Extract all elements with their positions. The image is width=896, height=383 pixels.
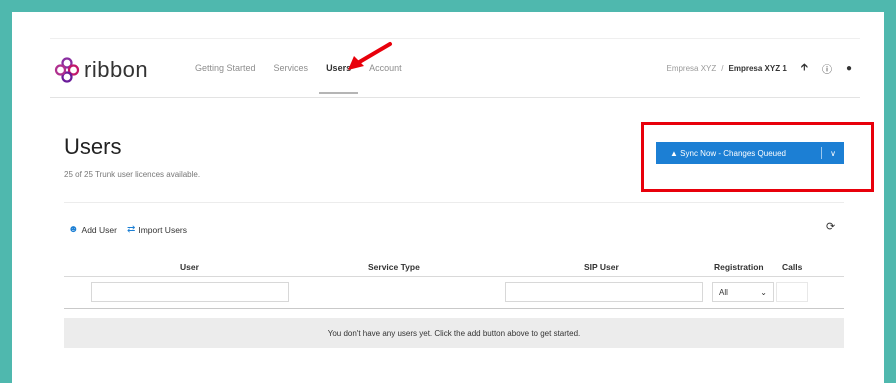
sync-button-text: Sync Now - Changes Queued: [680, 148, 786, 158]
user-icon[interactable]: ●: [846, 63, 852, 74]
sync-now-button[interactable]: ▲ Sync Now - Changes Queued ∨: [656, 142, 844, 164]
calls-filter-cell: [776, 282, 808, 302]
add-user-button[interactable]: ☻ Add User: [68, 224, 117, 235]
top-navigation-bar: ribbon Getting Started Services Users Ac…: [50, 38, 860, 98]
user-filter-input[interactable]: [91, 282, 289, 302]
nav-getting-started[interactable]: Getting Started: [186, 39, 265, 97]
section-divider: [64, 202, 844, 203]
page-title: Users: [64, 134, 122, 159]
import-users-icon: ⇄: [126, 224, 136, 235]
empty-state-row: You don't have any users yet. Click the …: [64, 318, 844, 348]
filter-row-divider: [64, 308, 844, 309]
chevron-down-icon[interactable]: ∨: [822, 149, 844, 158]
chevron-down-icon: ⌄: [760, 287, 767, 297]
import-users-button[interactable]: ⇄ Import Users: [127, 224, 187, 235]
brand-name: ribbon: [84, 57, 149, 82]
nav-services[interactable]: Services: [265, 39, 318, 97]
add-user-label: Add User: [81, 224, 117, 235]
warning-icon: ▲: [670, 148, 678, 158]
table-header-divider: [64, 276, 844, 277]
account-breadcrumb: Empresa XYZ / Empresa XYZ 1 🡱 ⓘ ●: [666, 39, 852, 97]
sync-button-label: ▲ Sync Now - Changes Queued: [656, 149, 821, 158]
sip-user-filter-input[interactable]: [505, 282, 703, 302]
registration-filter-value: All: [719, 287, 728, 297]
column-registration[interactable]: Registration: [714, 262, 764, 272]
empty-state-message: You don't have any users yet. Click the …: [327, 328, 581, 338]
help-icon[interactable]: ⓘ: [822, 61, 832, 76]
column-service-type[interactable]: Service Type: [368, 262, 420, 272]
column-sip-user[interactable]: SIP User: [584, 262, 619, 272]
breadcrumb-separator: /: [721, 63, 724, 73]
add-user-icon: ☻: [68, 224, 79, 235]
import-users-label: Import Users: [138, 224, 188, 235]
breadcrumb-current: Empresa XYZ 1: [728, 63, 787, 73]
user-actions: ☻ Add User ⇄ Import Users: [68, 224, 197, 235]
column-user[interactable]: User: [180, 262, 199, 272]
refresh-icon[interactable]: ⟳: [826, 220, 835, 233]
ribbon-logo-icon: [54, 57, 80, 83]
column-calls[interactable]: Calls: [782, 262, 802, 272]
license-summary: 25 of 25 Trunk user licences available.: [64, 170, 201, 179]
ribbon-logo[interactable]: ribbon: [54, 57, 148, 83]
annotation-arrow-icon: [348, 42, 392, 70]
upload-icon[interactable]: 🡱: [801, 60, 808, 77]
breadcrumb-parent[interactable]: Empresa XYZ: [666, 64, 716, 73]
registration-filter-select[interactable]: All ⌄: [712, 282, 774, 302]
